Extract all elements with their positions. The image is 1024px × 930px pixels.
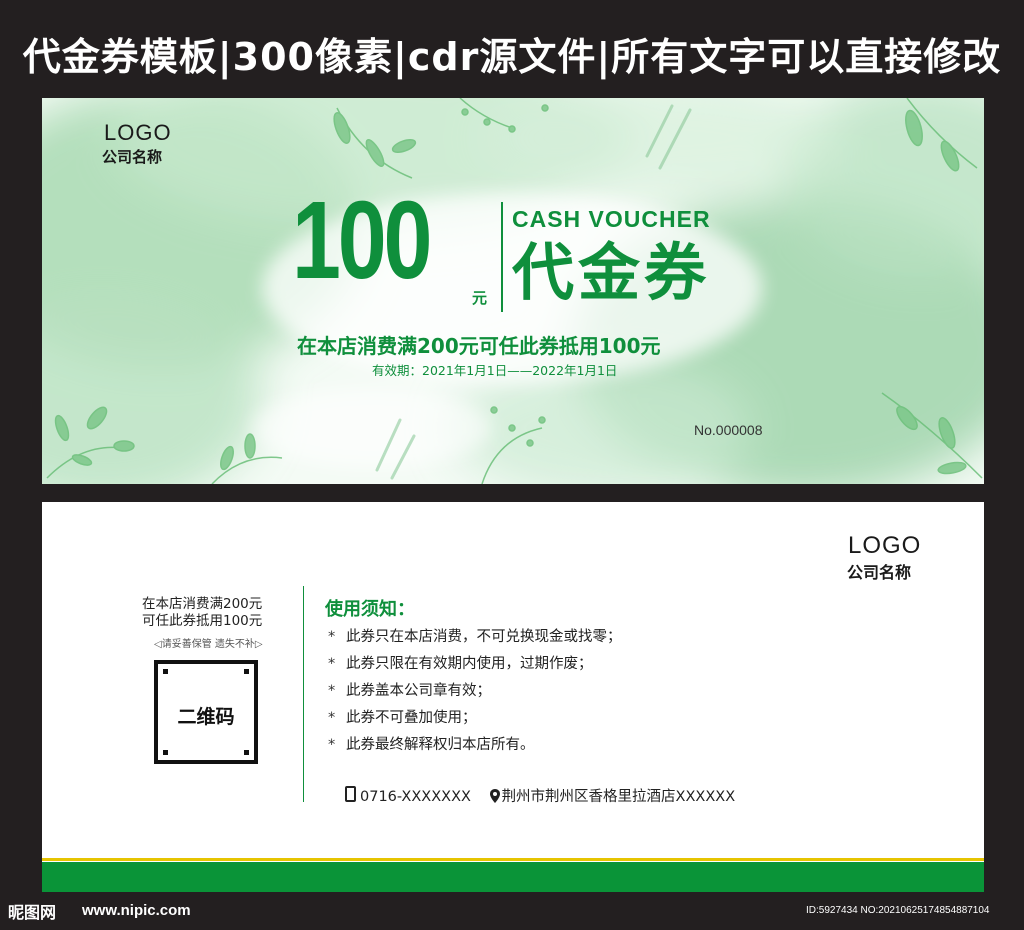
cash-voucher-heading: CASH VOUCHER — [512, 206, 711, 232]
voucher-amount: 100 — [292, 179, 432, 302]
accent-stripe — [42, 858, 984, 861]
rule-text: 此券最终解释权归本店所有。 — [346, 737, 535, 753]
bullet-star-icon: * — [328, 656, 336, 672]
serial-number: No.000008 — [694, 422, 763, 438]
phone-icon — [345, 786, 356, 802]
qr-corner-dot — [244, 669, 249, 674]
voucher-back: LOGO 公司名称 在本店消费满200元 可任此券抵用100元 ◁请妥善保管 遗… — [42, 502, 984, 892]
qr-corner-dot — [244, 750, 249, 755]
watermark-id: ID:5927434 NO:20210625174854887104 — [806, 905, 990, 916]
back-company-name: 公司名称 — [847, 563, 912, 582]
voucher-front: LOGO 公司名称 100 元 CASH VOUCHER 代金券 在本店消费满2… — [42, 98, 984, 484]
rule-text: 此券不可叠加使用； — [346, 710, 477, 726]
rule-item: * 此券最终解释权归本店所有。 — [328, 732, 622, 759]
canvas: 代金券模板|300像素|cdr源文件|所有文字可以直接修改 LOGO 公司名称 … — [0, 0, 1024, 930]
address: 荆州市荆州区香格里拉酒店XXXXXX — [501, 789, 736, 805]
bullet-star-icon: * — [328, 683, 336, 699]
back-logo: LOGO — [848, 532, 922, 559]
bullet-star-icon: * — [328, 710, 336, 726]
amount-unit: 元 — [472, 289, 488, 307]
qr-corner-dot — [163, 750, 168, 755]
side-offer-line1: 在本店消费满200元 — [142, 596, 263, 612]
watermark-site-name: 昵图网 — [8, 903, 57, 922]
phone-number: 0716-XXXXXXX — [360, 789, 471, 805]
qr-code-placeholder: 二维码 — [154, 660, 258, 764]
bullet-star-icon: * — [328, 737, 336, 753]
side-offer-line2: 可任此券抵用100元 — [142, 613, 263, 629]
offer-text: 在本店消费满200元可任此券抵用100元 — [297, 334, 661, 358]
contact-line: 0716-XXXXXXX 荆州市荆州区香格里拉酒店XXXXXX — [345, 785, 735, 806]
front-company-name: 公司名称 — [102, 148, 163, 166]
footer-band — [42, 862, 984, 892]
side-offer-text: 在本店消费满200元 可任此券抵用100元 — [142, 596, 292, 630]
watermark-url: www.nipic.com — [82, 902, 191, 919]
rule-item: * 此券不可叠加使用； — [328, 705, 622, 732]
bullet-star-icon: * — [328, 629, 336, 645]
page-title: 代金券模板|300像素|cdr源文件|所有文字可以直接修改 — [22, 35, 1002, 79]
rule-item: * 此券只限在有效期内使用，过期作废； — [328, 651, 622, 678]
title-divider — [501, 202, 503, 312]
validity-period: 有效期：2021年1月1日——2022年1月1日 — [372, 363, 618, 378]
qr-corner-dot — [163, 669, 168, 674]
rule-item: * 此券只在本店消费，不可兑换现金或找零； — [328, 624, 622, 651]
rules-title: 使用须知： — [325, 599, 415, 620]
location-pin-icon — [489, 789, 500, 803]
keep-safe-note: ◁请妥善保管 遗失不补▷ — [154, 639, 263, 650]
rule-text: 此券盖本公司章有效； — [346, 683, 491, 699]
qr-label: 二维码 — [177, 706, 235, 728]
rules-list: * 此券只在本店消费，不可兑换现金或找零； * 此券只限在有效期内使用，过期作废； … — [328, 624, 622, 759]
rule-item: * 此券盖本公司章有效； — [328, 678, 622, 705]
front-logo: LOGO — [104, 120, 172, 145]
vertical-separator — [303, 586, 304, 802]
rule-text: 此券只限在有效期内使用，过期作废； — [346, 656, 593, 672]
rule-text: 此券只在本店消费，不可兑换现金或找零； — [346, 629, 622, 645]
voucher-chinese-heading: 代金券 — [512, 236, 711, 309]
